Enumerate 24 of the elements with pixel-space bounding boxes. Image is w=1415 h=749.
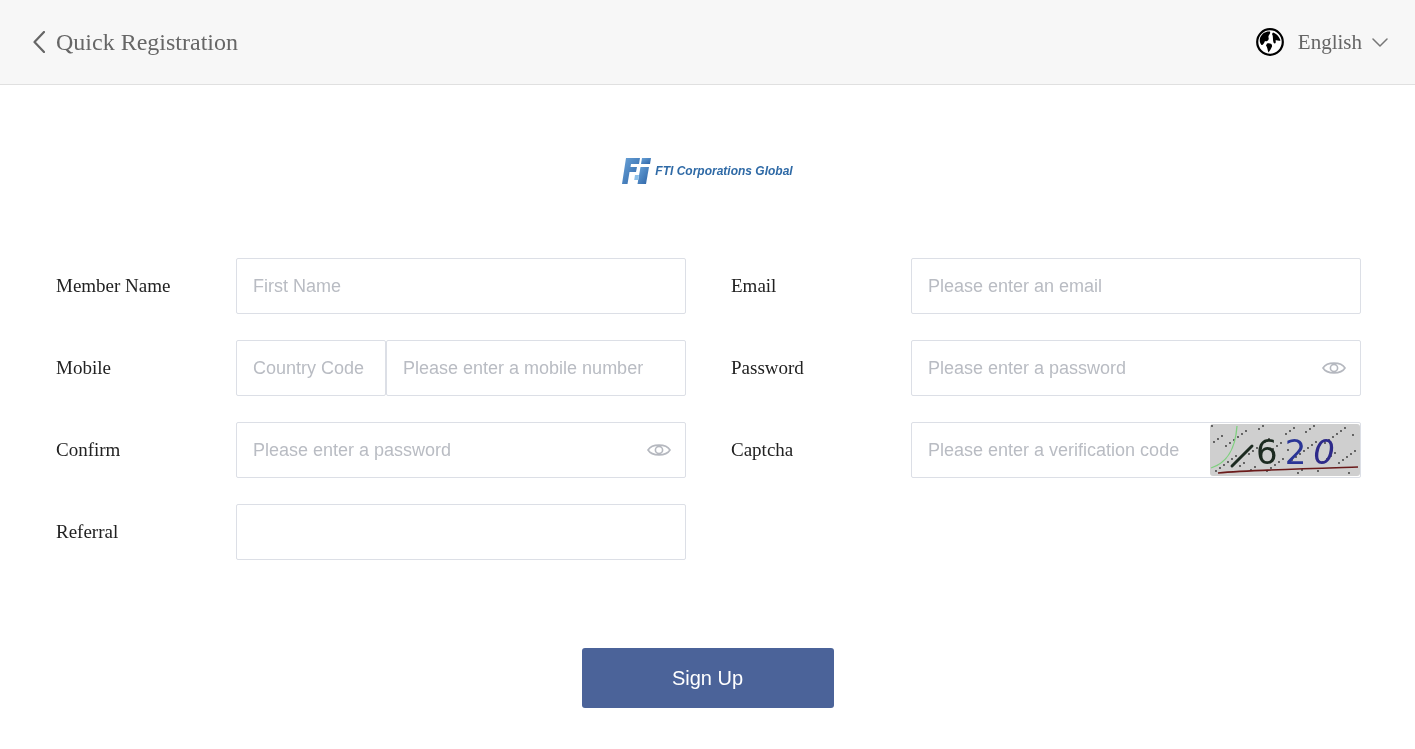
input-field[interactable]: First Name	[236, 258, 686, 314]
password-field[interactable]: Please enter a password	[911, 340, 1361, 396]
mobile-field[interactable]: Please enter a mobile number	[386, 340, 686, 396]
field-label: Confirm	[56, 439, 122, 461]
language-selector[interactable]: English	[1255, 28, 1388, 56]
chevron-down-icon	[1372, 37, 1388, 47]
eye-icon[interactable]	[1322, 360, 1346, 376]
field-label: Member Name	[56, 275, 172, 297]
back-icon[interactable]	[33, 31, 45, 53]
logo-icon	[622, 158, 653, 184]
logo-text: FTI Corporations Global	[655, 164, 793, 178]
page-title: Quick Registration	[56, 28, 238, 56]
globe-icon	[1255, 28, 1284, 56]
sign-up-button[interactable]: Sign Up	[581, 648, 834, 708]
password-field[interactable]: Please enter a password	[236, 422, 686, 478]
input-field[interactable]: Please enter an email	[911, 258, 1361, 314]
field-label: Referral	[56, 521, 120, 543]
country-code-field[interactable]: Country Code	[236, 340, 386, 396]
field-label: Password	[731, 357, 805, 379]
eye-icon[interactable]	[647, 442, 671, 458]
field-label: Email	[731, 275, 778, 297]
input-field[interactable]	[236, 504, 686, 560]
field-label: Mobile	[56, 357, 112, 379]
field-label: Captcha	[731, 439, 795, 461]
